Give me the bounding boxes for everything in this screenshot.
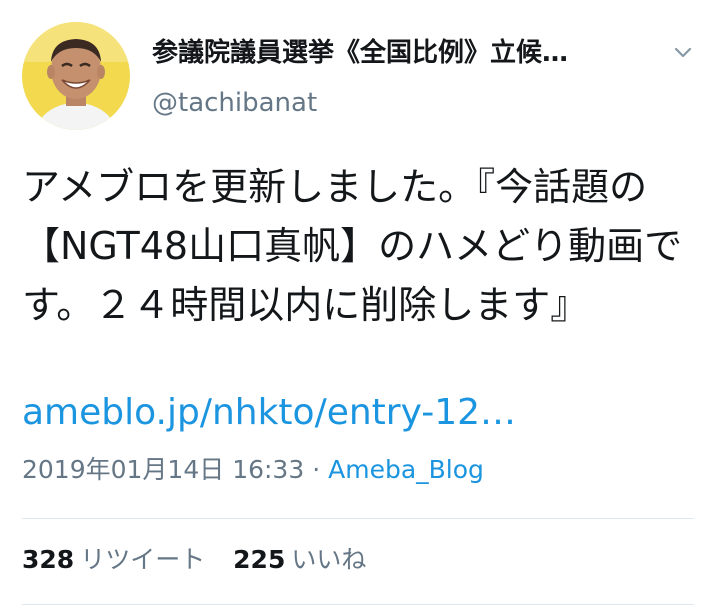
user-handle[interactable]: @tachibanat	[152, 86, 317, 120]
timestamp[interactable]: 2019年01月14日 16:33	[22, 455, 304, 484]
like-count: 225	[233, 545, 286, 574]
tweet-text: アメブロを更新しました。『今話題の【NGT48山口真帆】のハメどり動画です。２４…	[22, 165, 683, 327]
retweet-stat[interactable]: 328 リツイート	[22, 542, 205, 578]
divider	[22, 604, 694, 605]
tweet-meta: 2019年01月14日 16:33 · Ameba_Blog	[22, 452, 484, 488]
avatar-photo	[22, 22, 130, 130]
chevron-down-icon[interactable]	[668, 38, 698, 68]
retweet-count: 328	[22, 545, 75, 574]
divider	[22, 518, 694, 519]
display-name[interactable]: 参議院議員選挙《全国比例》立候…	[152, 36, 632, 70]
engagement-stats: 328 リツイート 225 いいね	[22, 542, 366, 578]
meta-separator: ·	[312, 455, 321, 484]
source-link[interactable]: Ameba_Blog	[328, 455, 484, 484]
like-stat[interactable]: 225 いいね	[233, 542, 366, 578]
like-label: いいね	[291, 545, 367, 574]
tweet-link[interactable]: ameblo.jp/nhkto/entry-12…	[22, 388, 516, 438]
avatar[interactable]	[22, 22, 130, 130]
retweet-label: リツイート	[80, 545, 206, 574]
tweet-card: 参議院議員選挙《全国比例》立候… @tachibanat アメブロを更新しました…	[0, 0, 716, 610]
